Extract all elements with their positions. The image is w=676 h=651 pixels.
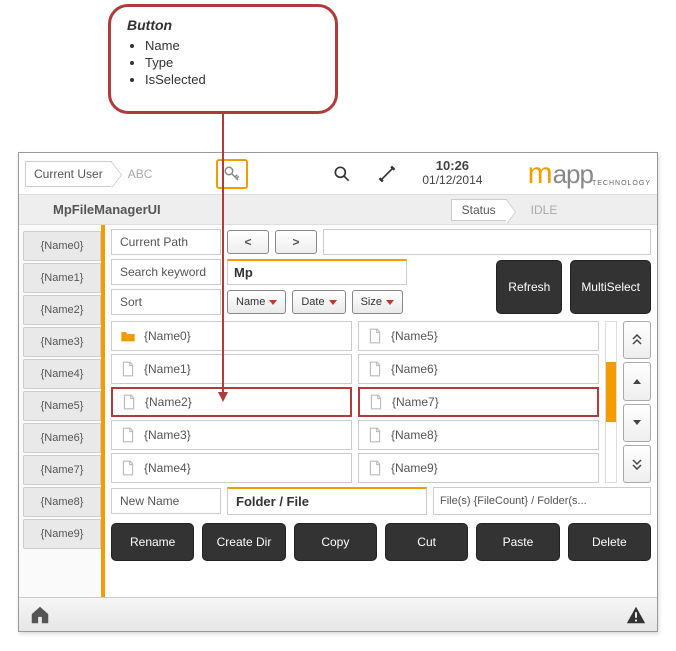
datetime: 10:2601/12/2014: [422, 159, 482, 188]
scroll-top-button[interactable]: [623, 321, 651, 359]
sidebar-tab[interactable]: {Name9}: [23, 519, 101, 549]
sort-size-button[interactable]: Size: [352, 290, 403, 314]
file-icon: [367, 361, 383, 377]
sidebar: {Name0} {Name1} {Name2} {Name3} {Name4} …: [19, 225, 105, 597]
new-name-input[interactable]: Folder / File: [227, 487, 427, 515]
current-user-value: ABC: [128, 167, 153, 181]
home-icon[interactable]: [29, 604, 51, 626]
sidebar-tab[interactable]: {Name1}: [23, 263, 101, 293]
footer: [19, 597, 657, 631]
scroll-bottom-button[interactable]: [623, 445, 651, 483]
file-item[interactable]: {Name7}: [358, 387, 599, 417]
file-icon: [121, 394, 137, 410]
current-path-label: Current Path: [111, 229, 221, 255]
file-icon: [368, 394, 384, 410]
file-name: {Name8}: [391, 428, 438, 442]
warning-icon[interactable]: [625, 604, 647, 626]
multiselect-button[interactable]: MultiSelect: [570, 260, 651, 314]
status-value: IDLE: [531, 203, 558, 217]
file-name: {Name1}: [144, 362, 191, 376]
file-item[interactable]: {Name4}: [111, 453, 352, 483]
file-icon: [367, 460, 383, 476]
file-item[interactable]: {Name5}: [358, 321, 599, 351]
scroll-down-button[interactable]: [623, 404, 651, 442]
status-label: Status: [451, 199, 507, 221]
sidebar-tab[interactable]: {Name7}: [23, 455, 101, 485]
sidebar-tab[interactable]: {Name0}: [23, 231, 101, 261]
file-name: {Name3}: [144, 428, 191, 442]
file-icon: [367, 427, 383, 443]
tool-icons: [332, 164, 398, 184]
app-window: Current User ABC 10:2601/12/2014 mappTEC…: [18, 152, 658, 632]
delete-button[interactable]: Delete: [568, 523, 651, 561]
file-name: {Name6}: [391, 362, 438, 376]
rename-button[interactable]: Rename: [111, 523, 194, 561]
tools-icon[interactable]: [376, 164, 398, 184]
folder-icon: [120, 329, 136, 343]
search-icon[interactable]: [332, 164, 352, 184]
create-dir-button[interactable]: Create Dir: [202, 523, 285, 561]
path-input[interactable]: [323, 229, 651, 255]
file-icon: [120, 361, 136, 377]
file-icon: [120, 460, 136, 476]
logo: mappTECHNOLOGY: [528, 157, 651, 191]
copy-button[interactable]: Copy: [294, 523, 377, 561]
module-name: MpFileManagerUI: [53, 202, 161, 217]
file-count-box: File(s) {FileCount} / Folder(s...: [433, 487, 651, 515]
file-name: {Name4}: [144, 461, 191, 475]
sidebar-tab[interactable]: {Name8}: [23, 487, 101, 517]
file-name: {Name0}: [144, 329, 191, 343]
file-name: {Name2}: [145, 395, 192, 409]
file-item[interactable]: {Name0}: [111, 321, 352, 351]
sidebar-tab[interactable]: {Name5}: [23, 391, 101, 421]
sidebar-tab[interactable]: {Name6}: [23, 423, 101, 453]
nav-forward-button[interactable]: >: [275, 230, 317, 254]
callout-box: Button Name Type IsSelected: [108, 4, 338, 114]
file-name: {Name9}: [391, 461, 438, 475]
nav-back-button[interactable]: <: [227, 230, 269, 254]
current-user-label: Current User: [25, 161, 112, 187]
sort-name-button[interactable]: Name: [227, 290, 286, 314]
sidebar-tab[interactable]: {Name2}: [23, 295, 101, 325]
file-icon: [367, 328, 383, 344]
file-grid: {Name0} {Name1} {Name2} {Name3} {Name4} {Nam…: [111, 321, 651, 483]
sidebar-tab[interactable]: {Name3}: [23, 327, 101, 357]
new-name-label: New Name: [111, 488, 221, 514]
sidebar-tab[interactable]: {Name4}: [23, 359, 101, 389]
scroll-up-button[interactable]: [623, 362, 651, 400]
search-label: Search keyword: [111, 259, 221, 285]
sort-date-button[interactable]: Date: [292, 290, 345, 314]
file-item[interactable]: {Name2}: [111, 387, 352, 417]
callout-list: Name Type IsSelected: [145, 37, 319, 88]
file-name: {Name5}: [391, 329, 438, 343]
file-item[interactable]: {Name8}: [358, 420, 599, 450]
callout-title: Button: [127, 17, 319, 33]
callout-arrow: [222, 114, 224, 400]
body: {Name0} {Name1} {Name2} {Name3} {Name4} …: [19, 225, 657, 597]
titlebar: MpFileManagerUI Status IDLE: [19, 195, 657, 225]
main-panel: Current Path < > Search keyword Mp Sort …: [105, 225, 657, 597]
file-item[interactable]: {Name1}: [111, 354, 352, 384]
paste-button[interactable]: Paste: [476, 523, 559, 561]
refresh-button[interactable]: Refresh: [496, 260, 562, 314]
file-icon: [120, 427, 136, 443]
search-input[interactable]: Mp: [227, 259, 407, 285]
file-name: {Name7}: [392, 395, 439, 409]
cut-button[interactable]: Cut: [385, 523, 468, 561]
file-item[interactable]: {Name6}: [358, 354, 599, 384]
topbar: Current User ABC 10:2601/12/2014 mappTEC…: [19, 153, 657, 195]
file-item[interactable]: {Name9}: [358, 453, 599, 483]
sort-label: Sort: [111, 289, 221, 315]
scrollbar[interactable]: [605, 321, 617, 483]
file-item[interactable]: {Name3}: [111, 420, 352, 450]
